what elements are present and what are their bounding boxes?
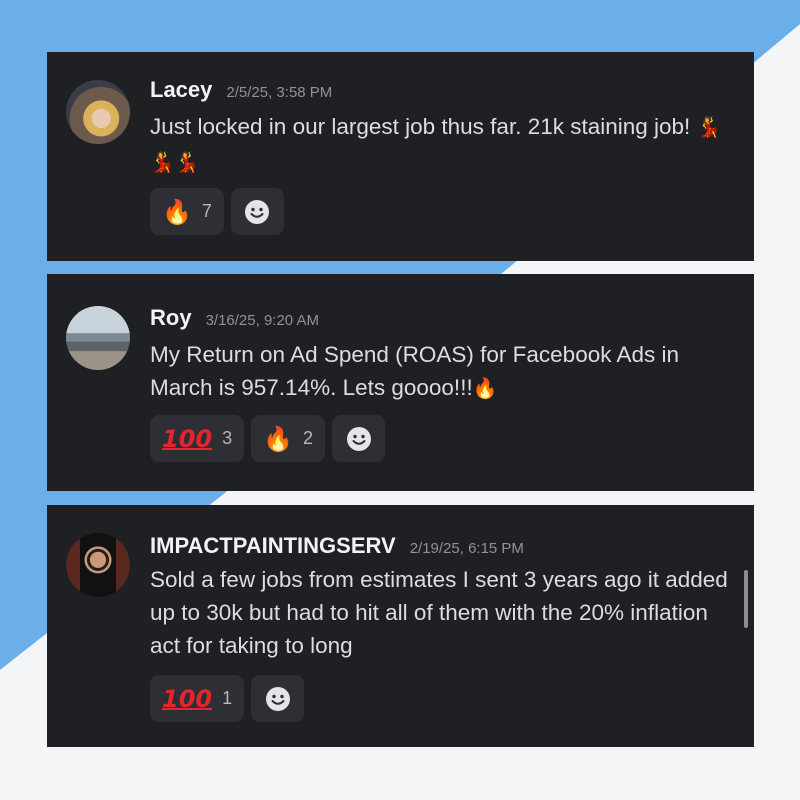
message-body: My Return on Ad Spend (ROAS) for Faceboo…	[150, 342, 680, 400]
reaction-hundred[interactable]: 100 1	[150, 675, 245, 722]
message-text: My Return on Ad Spend (ROAS) for Faceboo…	[150, 338, 740, 406]
hundred-points-icon: 100	[162, 424, 213, 453]
timestamp: 3/16/25, 9:20 AM	[205, 312, 319, 329]
hundred-points-icon: 100	[162, 684, 213, 713]
reaction-bar: 🔥 7	[150, 188, 284, 235]
message-card: Lacey 2/5/25, 3:58 PM Just locked in our…	[47, 52, 754, 261]
add-reaction-button[interactable]	[251, 675, 305, 722]
reaction-hundred[interactable]: 100 3	[150, 415, 245, 462]
reaction-fire[interactable]: 🔥 7	[150, 188, 224, 235]
reaction-bar: 100 3 🔥 2	[150, 415, 386, 462]
message-text: Sold a few jobs from estimates I sent 3 …	[150, 563, 740, 662]
message-card: Roy 3/16/25, 9:20 AM My Return on Ad Spe…	[47, 274, 754, 491]
reaction-count: 3	[222, 428, 233, 448]
message-body: Just locked in our largest job thus far.…	[150, 114, 697, 139]
timestamp: 2/5/25, 3:58 PM	[226, 84, 333, 101]
username[interactable]: IMPACTPAINTINGSERV	[150, 533, 396, 559]
smiley-icon	[245, 199, 270, 224]
timestamp: 2/19/25, 6:15 PM	[409, 540, 524, 557]
message-text: Just locked in our largest job thus far.…	[150, 110, 740, 180]
fire-icon: 🔥	[162, 197, 192, 226]
avatar[interactable]	[66, 306, 130, 370]
username[interactable]: Roy	[150, 305, 192, 331]
message-header: Lacey 2/5/25, 3:58 PM	[150, 77, 332, 103]
scrollbar-thumb[interactable]	[744, 570, 748, 628]
smiley-icon	[265, 686, 290, 711]
message-header: Roy 3/16/25, 9:20 AM	[150, 305, 319, 331]
reaction-count: 7	[201, 201, 212, 221]
message-body: Sold a few jobs from estimates I sent 3 …	[150, 567, 728, 658]
message-card: IMPACTPAINTINGSERV 2/19/25, 6:15 PM Sold…	[47, 505, 754, 747]
reaction-bar: 100 1	[150, 675, 305, 722]
fire-icon: 🔥	[263, 424, 294, 453]
add-reaction-button[interactable]	[332, 415, 386, 462]
message-header: IMPACTPAINTINGSERV 2/19/25, 6:15 PM	[150, 533, 524, 559]
reaction-count: 1	[222, 688, 233, 708]
avatar[interactable]	[66, 80, 130, 144]
fire-emoji: 🔥	[472, 378, 498, 400]
reaction-fire[interactable]: 🔥 2	[251, 415, 326, 462]
reaction-count: 2	[303, 428, 314, 448]
smiley-icon	[346, 426, 371, 451]
add-reaction-button[interactable]	[230, 188, 284, 235]
avatar[interactable]	[66, 533, 130, 597]
username[interactable]: Lacey	[150, 77, 212, 103]
